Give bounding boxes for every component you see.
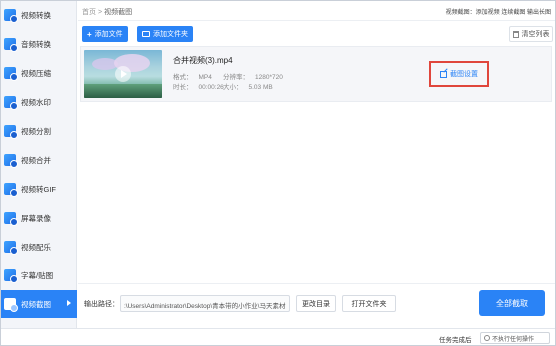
size-label: 大小：	[223, 84, 243, 91]
after-completion-select[interactable]: 不执行任何操作	[480, 332, 550, 344]
sidebar-item-label: 视频水印	[21, 97, 51, 107]
play-icon[interactable]	[115, 66, 131, 82]
capture-settings-label: 截图设置	[450, 71, 478, 78]
output-path-field[interactable]: :\Users\Administrator\Desktop\青本带的小作业\马天…	[120, 295, 290, 312]
sidebar-item-label: 音频转换	[21, 39, 51, 49]
after-completion-label: 任务完成后	[439, 337, 472, 344]
file-size: 大小： 5.03 MB	[223, 81, 273, 91]
sidebar-item-video-compress[interactable]: 视频压缩	[1, 59, 77, 87]
topbar: 首页 > 视频截图 视频截图：添加视频 连续截图 输出长图	[78, 1, 555, 21]
video-screenshot-icon	[4, 298, 18, 312]
status-bar: 任务完成后 不执行任何操作	[1, 328, 555, 345]
sidebar-item-label: 视频压缩	[21, 68, 51, 78]
clear-list-button[interactable]: 清空列表	[509, 26, 553, 42]
sidebar: 视频转换 音频转换 视频压缩 视频水印 视频分割 视频合并 视频转GIF 屏幕录…	[1, 1, 77, 328]
change-directory-button[interactable]: 更改目录	[296, 295, 336, 312]
capture-all-button[interactable]: 全部截取	[479, 290, 545, 316]
sidebar-item-audio-convert[interactable]: 音频转换	[1, 30, 77, 58]
add-file-button[interactable]: + 添加文件	[82, 26, 128, 42]
video-to-gif-icon	[4, 183, 18, 197]
video-merge-icon	[4, 154, 18, 168]
breadcrumb-separator: >	[98, 9, 103, 16]
sidebar-item-screen-record[interactable]: 屏幕录像	[1, 204, 77, 232]
sidebar-item-video-watermark[interactable]: 视频水印	[1, 88, 77, 116]
clear-list-label: 清空列表	[521, 31, 550, 38]
capture-settings-button[interactable]: 截图设置	[429, 61, 489, 87]
resolution-value: 1280*720	[255, 74, 283, 81]
sidebar-item-label: 视频截图	[21, 299, 51, 309]
sidebar-item-label: 视频分割	[21, 126, 51, 136]
add-folder-label: 添加文件夹	[153, 31, 188, 38]
breadcrumb-current: 视频截图	[104, 9, 133, 16]
plus-icon: +	[87, 29, 92, 39]
open-folder-button[interactable]: 打开文件夹	[342, 295, 396, 312]
sidebar-item-label: 字幕/贴图	[21, 270, 54, 280]
file-list-item[interactable]: 合并视频(3).mp4 格式： MP4 分辨率： 1280*720 时长： 00:00…	[80, 46, 552, 102]
sidebar-item-subtitle-sticker[interactable]: 字幕/贴图	[1, 261, 77, 289]
sidebar-item-video-screenshot[interactable]: 视频截图	[1, 290, 77, 318]
file-name: 合并视频(3).mp4	[173, 56, 233, 65]
feature-hint: 视频截图：添加视频 连续截图 输出长图	[445, 10, 551, 16]
duration-value: 00:00:26	[198, 84, 224, 91]
video-watermark-icon	[4, 96, 18, 110]
add-folder-button[interactable]: 添加文件夹	[137, 26, 193, 42]
video-music-icon	[4, 241, 18, 255]
video-convert-icon	[4, 9, 18, 23]
sidebar-item-label: 视频转GIF	[21, 184, 56, 194]
resolution-label: 分辨率：	[223, 74, 249, 81]
format-value: MP4	[198, 74, 212, 81]
after-completion-value: 不执行任何操作	[492, 336, 535, 343]
video-compress-icon	[4, 67, 18, 81]
output-bar: 输出路径： :\Users\Administrator\Desktop\青本带的…	[78, 283, 555, 323]
file-duration: 时长： 00:00:26	[173, 81, 224, 91]
sidebar-item-video-merge[interactable]: 视频合并	[1, 146, 77, 174]
file-format: 格式： MP4	[173, 71, 212, 81]
duration-label: 时长：	[173, 84, 193, 91]
screen-record-icon	[4, 212, 18, 226]
size-value: 5.03 MB	[248, 84, 273, 91]
breadcrumb: 首页 > 视频截图	[82, 7, 132, 17]
sidebar-item-label: 视频合并	[21, 155, 51, 165]
sidebar-item-label: 视频转换	[21, 10, 51, 20]
format-label: 格式：	[173, 74, 193, 81]
clock-icon	[484, 335, 490, 341]
edit-icon	[440, 70, 447, 78]
thumbnail-grass	[84, 84, 162, 98]
sidebar-item-video-music[interactable]: 视频配乐	[1, 233, 77, 261]
audio-convert-icon	[4, 38, 18, 52]
breadcrumb-home[interactable]: 首页	[82, 9, 96, 16]
folder-icon	[142, 31, 150, 37]
sidebar-item-video-to-gif[interactable]: 视频转GIF	[1, 175, 77, 203]
video-thumbnail[interactable]	[84, 50, 162, 98]
sidebar-item-label: 屏幕录像	[21, 213, 51, 223]
trash-icon	[512, 30, 519, 38]
chevron-right-icon	[67, 300, 71, 306]
subtitle-sticker-icon	[4, 269, 18, 283]
file-resolution: 分辨率： 1280*720	[223, 71, 283, 81]
sidebar-item-video-split[interactable]: 视频分割	[1, 117, 77, 145]
output-path-label: 输出路径：	[84, 301, 119, 308]
video-split-icon	[4, 125, 18, 139]
add-file-label: 添加文件	[94, 31, 123, 38]
sidebar-item-video-convert[interactable]: 视频转换	[1, 1, 77, 29]
sidebar-item-label: 视频配乐	[21, 242, 51, 252]
